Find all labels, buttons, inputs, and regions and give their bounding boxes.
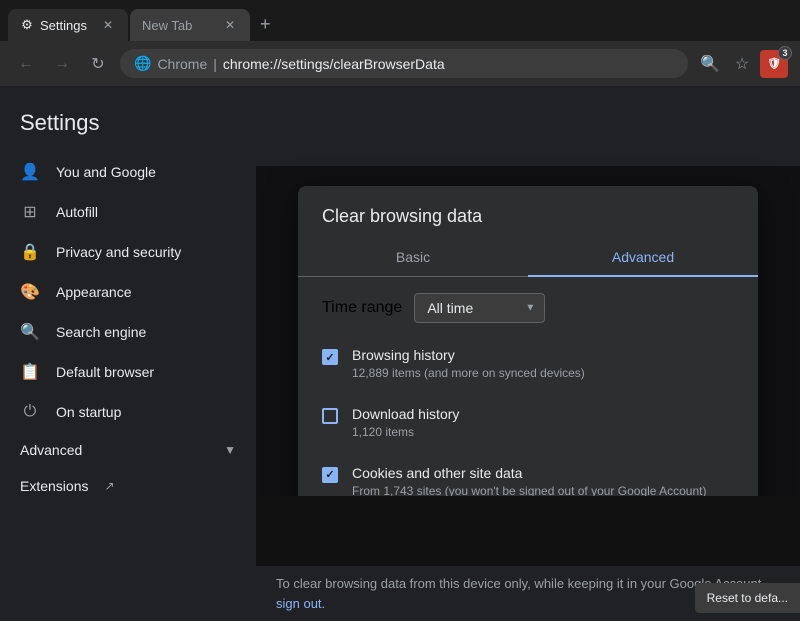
checkbox-cookies[interactable]: [322, 467, 338, 483]
sidebar-item-autofill[interactable]: ⊞ Autofill: [0, 192, 248, 232]
cookies-title: Cookies and other site data: [352, 465, 734, 481]
checkbox-browsing-history[interactable]: [322, 349, 338, 365]
download-history-text: Download history 1,120 items: [352, 406, 734, 441]
checkbox-cookies-wrapper[interactable]: [322, 467, 338, 483]
sidebar-item-search-engine[interactable]: 🔍 Search engine: [0, 312, 248, 352]
browsing-history-title: Browsing history: [352, 347, 734, 363]
default-browser-icon: 📋: [20, 362, 40, 382]
extension-icon-1[interactable]: 🛡 3: [760, 50, 788, 78]
advanced-arrow-icon: ▼: [224, 443, 236, 457]
newtab-tab-close[interactable]: ✕: [222, 17, 238, 33]
bottom-text-area: To clear browsing data from this device …: [256, 566, 800, 621]
forward-button[interactable]: →: [48, 50, 76, 78]
time-range-select-wrapper[interactable]: Last hour Last 24 hours Last 7 days Last…: [414, 293, 545, 323]
bookmark-icon-btn[interactable]: ☆: [728, 50, 756, 78]
toolbar-icons: 🔍 ☆ 🛡 3: [696, 50, 788, 78]
settings-tab-close[interactable]: ✕: [100, 17, 116, 33]
main-content: Settings 👤 You and Google ⊞ Autofill 🔒 P…: [0, 86, 800, 621]
extensions-label: Extensions: [20, 478, 88, 494]
sidebar-advanced-section[interactable]: Advanced ▼: [0, 432, 256, 468]
sidebar-label-autofill: Autofill: [56, 204, 98, 220]
tab-basic[interactable]: Basic: [298, 239, 528, 276]
settings-title: Settings: [0, 102, 256, 152]
tab-advanced[interactable]: Advanced: [528, 239, 758, 277]
toolbar: ← → ↻ 🌐 Chrome | chrome://settings/clear…: [0, 41, 800, 86]
download-history-title: Download history: [352, 406, 734, 422]
search-engine-icon: 🔍: [20, 322, 40, 342]
settings-tab-label: Settings: [40, 18, 87, 33]
appearance-icon: 🎨: [20, 282, 40, 302]
autofill-icon: ⊞: [20, 202, 40, 222]
tab-bar: ⚙ Settings ✕ New Tab ✕ +: [0, 0, 800, 41]
checkbox-download-history[interactable]: [322, 408, 338, 424]
newtab-tab-label: New Tab: [142, 18, 192, 33]
address-brand: Chrome: [157, 56, 207, 72]
search-icon-btn[interactable]: 🔍: [696, 50, 724, 78]
extension-badge: 3: [778, 46, 792, 60]
time-range-label: Time range: [322, 299, 402, 317]
checkbox-browsing-history-wrapper[interactable]: [322, 349, 338, 365]
download-history-subtitle: 1,120 items: [352, 424, 734, 441]
sidebar-item-appearance[interactable]: 🎨 Appearance: [0, 272, 248, 312]
dialog-title: Clear browsing data: [298, 186, 758, 239]
sidebar-item-on-startup[interactable]: ⏻ On startup: [0, 392, 248, 432]
browsing-history-subtitle: 12,889 items (and more on synced devices…: [352, 365, 734, 382]
new-tab-button[interactable]: +: [252, 8, 279, 41]
dialog-tabs: Basic Advanced: [298, 239, 758, 277]
advanced-label: Advanced: [20, 442, 82, 458]
list-item-browsing-history: Browsing history 12,889 items (and more …: [322, 335, 734, 394]
checkbox-download-history-wrapper[interactable]: [322, 408, 338, 424]
dark-image-placeholder: [256, 496, 800, 566]
sidebar-label-on-startup: On startup: [56, 404, 121, 420]
reload-button[interactable]: ↻: [84, 50, 112, 78]
privacy-icon: 🔒: [20, 242, 40, 262]
list-item-download-history: Download history 1,120 items: [322, 394, 734, 453]
bottom-area: To clear browsing data from this device …: [0, 496, 800, 621]
sidebar-item-privacy-security[interactable]: 🔒 Privacy and security: [0, 232, 248, 272]
sidebar-label-default-browser: Default browser: [56, 364, 154, 380]
address-bar[interactable]: 🌐 Chrome | chrome://settings/clearBrowse…: [120, 49, 688, 78]
sidebar-item-default-browser[interactable]: 📋 Default browser: [0, 352, 248, 392]
you-and-google-icon: 👤: [20, 162, 40, 182]
browser-chrome: ⚙ Settings ✕ New Tab ✕ + ← → ↻ 🌐 Chrome …: [0, 0, 800, 86]
tab-settings[interactable]: ⚙ Settings ✕: [8, 9, 128, 41]
time-range-row: Time range Last hour Last 24 hours Last …: [298, 277, 758, 335]
sign-out-link[interactable]: sign out.: [276, 596, 325, 611]
sidebar-label-appearance: Appearance: [56, 284, 132, 300]
cookies-text: Cookies and other site data From 1,743 s…: [352, 465, 734, 500]
browsing-history-text: Browsing history 12,889 items (and more …: [352, 347, 734, 382]
address-protocol-icon: 🌐: [134, 55, 151, 72]
sidebar-label-privacy-security: Privacy and security: [56, 244, 181, 260]
back-button[interactable]: ←: [12, 50, 40, 78]
bottom-text-content: To clear browsing data from this device …: [276, 576, 765, 591]
sidebar-label-you-and-google: You and Google: [56, 164, 156, 180]
extensions-link-icon: ↗: [104, 479, 114, 493]
settings-tab-icon: ⚙: [20, 18, 34, 32]
tab-newtab[interactable]: New Tab ✕: [130, 9, 250, 41]
sidebar-item-you-and-google[interactable]: 👤 You and Google: [0, 152, 248, 192]
reset-to-default-button[interactable]: Reset to defa...: [695, 583, 800, 613]
on-startup-icon: ⏻: [20, 402, 40, 422]
time-range-select[interactable]: Last hour Last 24 hours Last 7 days Last…: [414, 293, 545, 323]
sidebar-label-search-engine: Search engine: [56, 324, 146, 340]
address-url: chrome://settings/clearBrowserData: [223, 56, 674, 72]
address-divider: |: [213, 56, 217, 72]
